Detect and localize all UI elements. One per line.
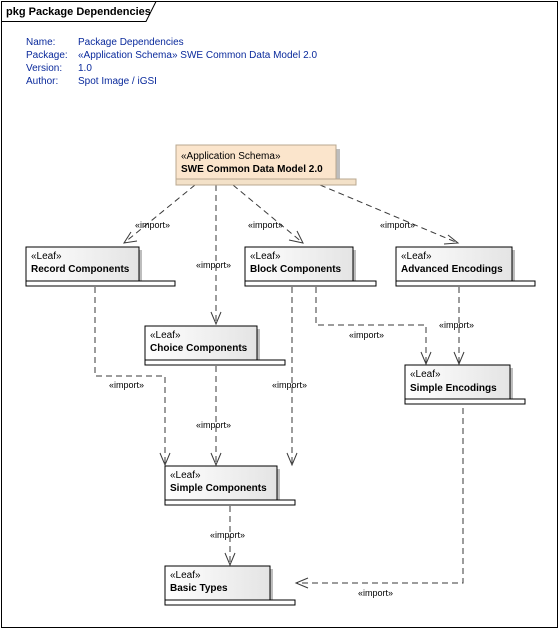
package-name: Simple Encodings [410,383,497,394]
package-stereotype: «Leaf» [410,369,441,380]
import-label: «import» [349,330,384,340]
package-name: Advanced Encodings [401,264,503,275]
package-stereotype: «Leaf» [170,470,201,481]
package-name: SWE Common Data Model 2.0 [181,164,323,175]
package-advanced-encodings[interactable]: «Leaf» Advanced Encodings [395,246,536,287]
package-diagram: pkg Package Dependencies Name: Package D… [1,1,558,628]
import-label: «import» [196,260,231,270]
import-label: «import» [248,220,283,230]
package-root[interactable]: «Application Schema» SWE Common Data Mod… [175,144,357,186]
import-label: «import» [358,588,393,598]
meta-author-key: Author: [26,76,58,87]
package-name: Simple Components [170,483,267,494]
import-label: «import» [439,320,474,330]
package-stereotype: «Leaf» [170,570,201,581]
package-name: Basic Types [170,583,228,594]
package-simple-components[interactable]: «Leaf» Simple Components [164,465,296,506]
import-label: «import» [380,220,415,230]
package-name: Choice Components [150,343,248,354]
package-name: Record Components [31,264,130,275]
import-label: «import» [196,420,231,430]
package-name: Block Components [250,264,342,275]
frame-title: pkg Package Dependencies [6,6,151,18]
package-stereotype: «Leaf» [250,251,281,262]
meta-package-value: «Application Schema» SWE Common Data Mod… [78,50,317,61]
import-label: «import» [109,380,144,390]
package-stereotype: «Application Schema» [181,151,281,162]
package-simple-encodings[interactable]: «Leaf» Simple Encodings [404,364,526,405]
package-stereotype: «Leaf» [401,251,432,262]
import-label: «import» [135,220,170,230]
package-stereotype: «Leaf» [150,330,181,341]
meta-author-value: Spot Image / iGSI [78,76,157,87]
import-label: «import» [210,530,245,540]
diagram-frame: pkg Package Dependencies [1,1,558,628]
import-label: «import» [272,380,307,390]
package-stereotype: «Leaf» [31,251,62,262]
meta-name-key: Name: [26,37,55,48]
meta-version-value: 1.0 [78,63,92,74]
meta-package-key: Package: [26,50,68,61]
meta-version-key: Version: [26,63,62,74]
meta-name-value: Package Dependencies [78,37,184,48]
